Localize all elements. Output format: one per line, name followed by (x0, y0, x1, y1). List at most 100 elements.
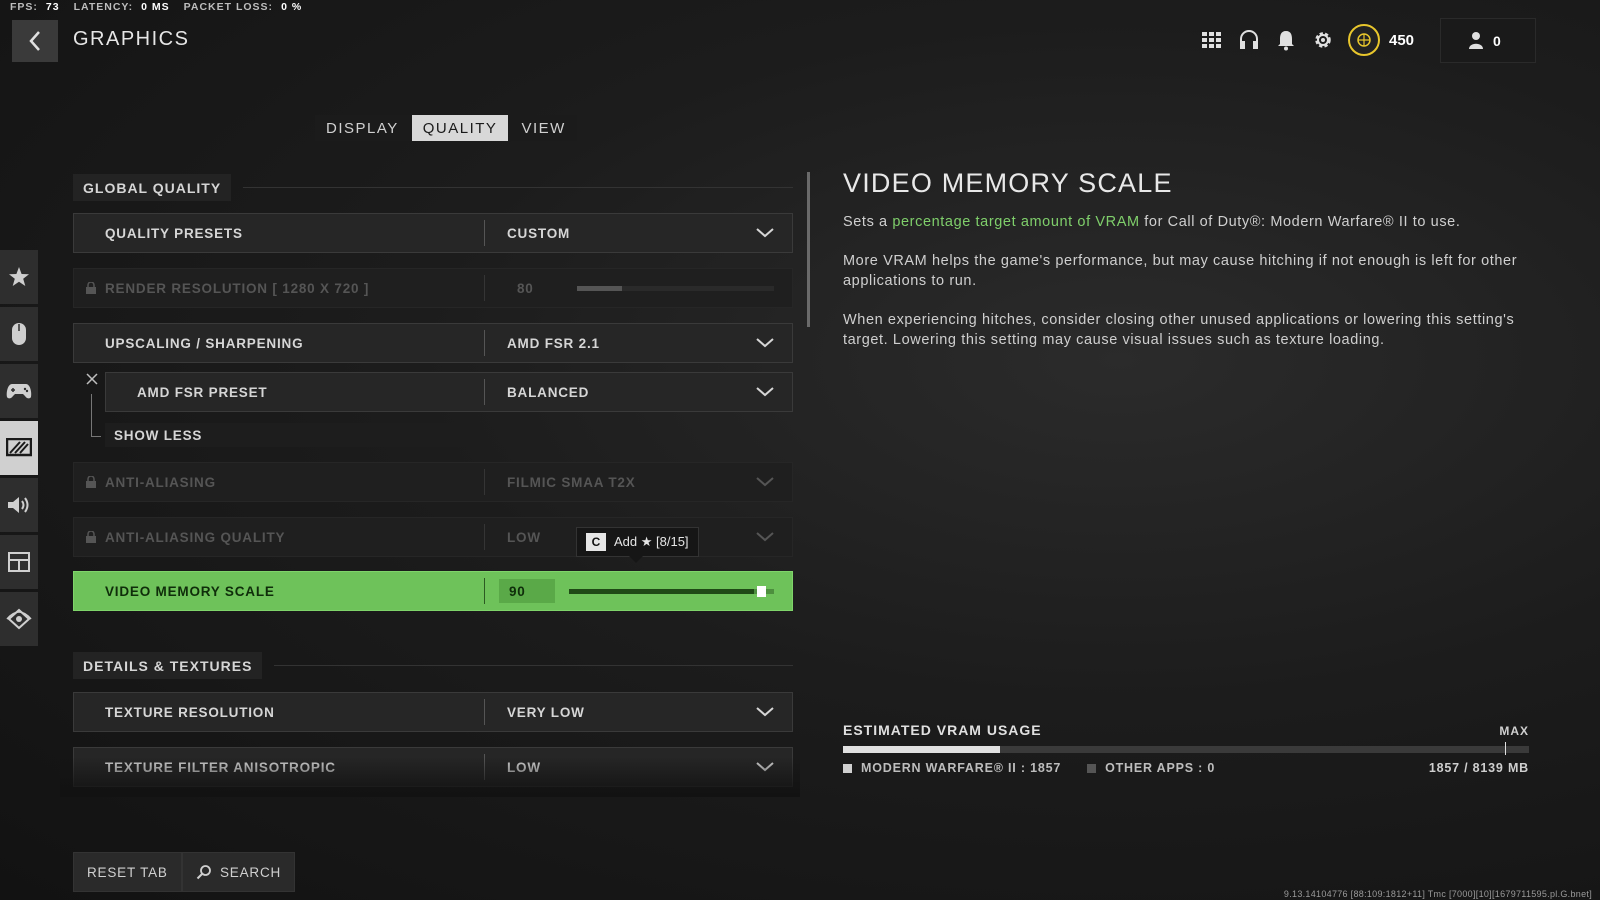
setting-label: UPSCALING / SHARPENING (105, 335, 304, 351)
setting-value: AMD FSR 2.1 (507, 335, 600, 351)
tab-view[interactable]: VIEW (510, 115, 577, 141)
setting-value: CUSTOM (507, 225, 571, 241)
setting-video-memory-scale[interactable]: VIDEO MEMORY SCALE 90 (73, 571, 793, 611)
interface-icon (8, 552, 30, 572)
description-title: VIDEO MEMORY SCALE (843, 168, 1173, 198)
vram-other-label: OTHER APPS : 0 (1105, 761, 1216, 775)
chevron-down-icon (756, 477, 774, 487)
search-icon (196, 865, 211, 880)
sidebar-item-controller[interactable] (0, 364, 38, 418)
vram-max-label: MAX (1499, 724, 1529, 738)
show-less-button[interactable]: SHOW LESS (105, 423, 483, 447)
setting-label: ANTI-ALIASING (105, 474, 216, 490)
tab-display[interactable]: DISPLAY (315, 115, 410, 141)
lock-icon (86, 476, 96, 488)
search-button[interactable]: SEARCH (182, 852, 296, 892)
friends-icon (1469, 31, 1483, 49)
slider-handle[interactable] (756, 585, 766, 597)
vram-title: ESTIMATED VRAM USAGE (843, 722, 1042, 738)
back-button[interactable] (12, 20, 58, 62)
chevron-down-icon (756, 762, 774, 772)
sidebar-item-mouse[interactable] (0, 307, 38, 361)
sidebar-item-favorites[interactable] (0, 250, 38, 304)
description-text: Sets a (843, 214, 893, 230)
sidebar-item-account[interactable] (0, 592, 38, 646)
lock-icon (86, 282, 96, 294)
setting-label: TEXTURE FILTER ANISOTROPIC (105, 759, 336, 775)
description-paragraph: When experiencing hitches, consider clos… (843, 312, 1515, 348)
chevron-down-icon (756, 338, 774, 348)
cod-points-value: 450 (1389, 31, 1415, 49)
description-text: for Call of Duty®: Modern Warfare® II to… (1139, 214, 1461, 230)
vram-legend: MODERN WARFARE® II : 1857 OTHER APPS : 0… (843, 761, 1529, 775)
vram-usage-bar (843, 742, 1529, 755)
video-memory-slider-track[interactable] (569, 585, 774, 597)
setting-value: LOW (507, 759, 541, 775)
close-icon[interactable] (85, 372, 99, 386)
setting-label: RENDER RESOLUTION [ 1280 X 720 ] (105, 280, 370, 296)
setting-amd-fsr-preset[interactable]: AMD FSR PRESET BALANCED (105, 372, 793, 412)
legend-swatch (843, 763, 852, 773)
fps-value: 73 (45, 1, 60, 13)
performance-stats: FPS: 73 LATENCY: 0 MS PACKET LOSS: 0 % (10, 1, 302, 13)
setting-quality-presets[interactable]: QUALITY PRESETS CUSTOM (73, 213, 793, 253)
description-highlight: percentage target amount of VRAM (892, 214, 1140, 230)
mouse-icon (12, 323, 26, 345)
grid-icon[interactable] (1200, 28, 1224, 52)
vram-usage-panel: ESTIMATED VRAM USAGE MAX MODERN WARFARE®… (843, 722, 1529, 775)
setting-label: VIDEO MEMORY SCALE (105, 583, 275, 599)
keybind-badge: C (586, 533, 606, 551)
section-title: DETAILS & TEXTURES (73, 652, 263, 679)
setting-label: ANTI-ALIASING QUALITY (105, 529, 286, 545)
headset-icon[interactable] (1237, 28, 1261, 52)
slider-value: 80 (517, 280, 534, 296)
gear-icon[interactable] (1311, 28, 1335, 52)
sidebar-item-interface[interactable] (0, 535, 38, 589)
tab-quality[interactable]: QUALITY (411, 115, 509, 141)
latency-value: 0 MS (141, 1, 170, 13)
friends-button[interactable]: 0 (1440, 18, 1536, 63)
controller-icon (6, 384, 32, 399)
setting-value: BALANCED (507, 384, 590, 400)
sidebar-item-audio[interactable] (0, 478, 38, 532)
setting-value: FILMIC SMAA T2X (507, 474, 636, 490)
latency-label: LATENCY: (73, 1, 134, 13)
chevron-down-icon (756, 228, 774, 238)
cod-points-icon[interactable] (1348, 24, 1380, 56)
vram-usage-fill (843, 746, 1000, 753)
setting-anti-aliasing: ANTI-ALIASING FILMIC SMAA T2X (73, 462, 793, 502)
bell-icon[interactable] (1274, 28, 1298, 52)
speaker-icon (8, 497, 29, 513)
slider-value: 90 (499, 579, 555, 603)
tab-bar: DISPLAY QUALITY VIEW (315, 115, 579, 141)
setting-texture-resolution[interactable]: TEXTURE RESOLUTION VERY LOW (73, 692, 793, 732)
tree-connector (91, 394, 101, 437)
vram-max-marker (1505, 742, 1506, 755)
setting-texture-filter-anisotropic[interactable]: TEXTURE FILTER ANISOTROPIC LOW (73, 747, 793, 787)
setting-value: VERY LOW (507, 704, 585, 720)
settings-scrollbar[interactable] (807, 172, 810, 327)
setting-label: QUALITY PRESETS (105, 225, 243, 241)
search-label: SEARCH (220, 864, 282, 880)
settings-sidebar (0, 250, 38, 649)
friends-count: 0 (1493, 32, 1501, 49)
section-title: GLOBAL QUALITY (73, 174, 232, 201)
sidebar-item-graphics[interactable] (0, 421, 38, 475)
page-title: GRAPHICS (73, 28, 190, 50)
setting-render-resolution: RENDER RESOLUTION [ 1280 X 720 ] 80 (73, 268, 793, 308)
fps-label: FPS: (10, 1, 38, 13)
packet-loss-label: PACKET LOSS: (183, 1, 274, 13)
render-resolution-slider-track (577, 285, 774, 291)
setting-description-panel: VIDEO MEMORY SCALE Sets a percentage tar… (843, 168, 1543, 369)
setting-upscaling-sharpening[interactable]: UPSCALING / SHARPENING AMD FSR 2.1 (73, 323, 793, 363)
legend-swatch (1087, 763, 1097, 773)
lock-icon (86, 531, 96, 543)
slider-fill (577, 285, 623, 291)
reset-tab-button[interactable]: RESET TAB (73, 852, 182, 892)
graphics-icon (6, 438, 32, 457)
version-string: 9.13.14104776 [88:109:1812+11] Tmc [7000… (1283, 889, 1592, 899)
setting-value: LOW (507, 529, 541, 545)
setting-label: TEXTURE RESOLUTION (105, 704, 275, 720)
chevron-left-icon (29, 31, 40, 51)
account-icon (6, 608, 32, 630)
